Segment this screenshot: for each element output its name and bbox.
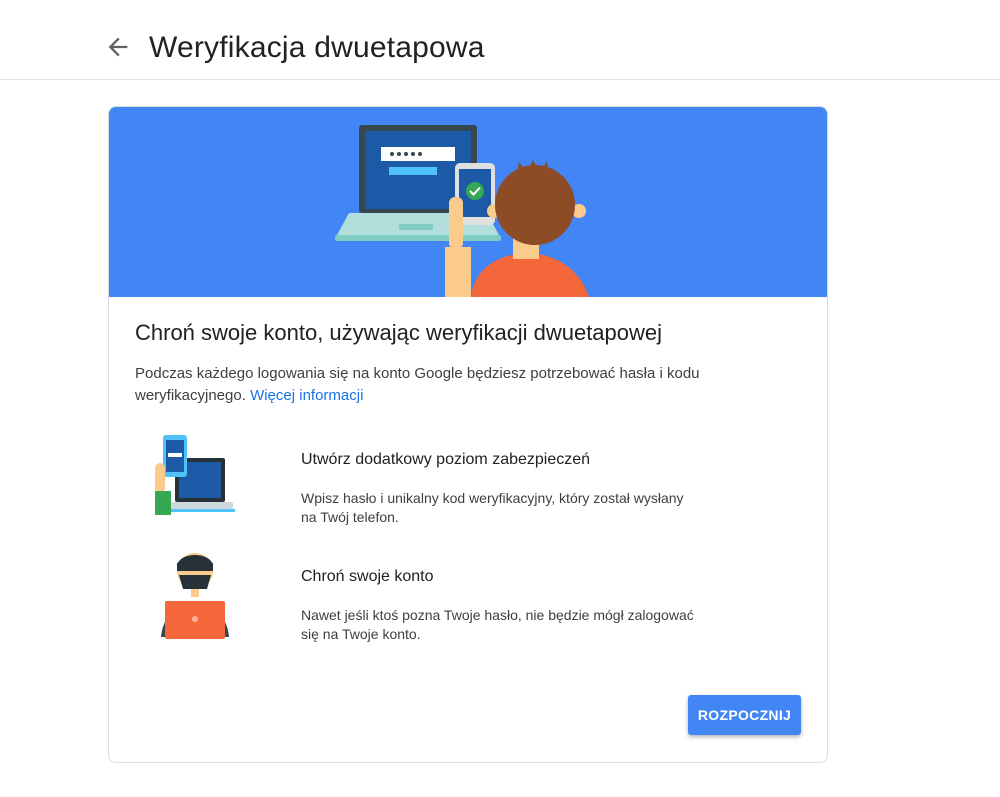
feature-2-title: Chroń swoje konto bbox=[301, 568, 434, 585]
page-title: Weryfikacja dwuetapowa bbox=[149, 31, 485, 64]
start-button[interactable]: ROZPOCZNIJ bbox=[688, 695, 801, 735]
feature-1-text: Wpisz hasło i unikalny kod weryfikacyjny… bbox=[301, 490, 684, 525]
feature-2-text: Nawet jeśli ktoś pozna Twoje hasło, nie … bbox=[301, 607, 694, 642]
feature-1-title: Utwórz dodatkowy poziom zabezpieczeń bbox=[301, 451, 591, 468]
card-description: Podczas każdego logowania się na konto G… bbox=[135, 363, 775, 407]
feature-1-illustration bbox=[145, 431, 245, 528]
two-step-card: Chroń swoje konto, używając weryfikacji … bbox=[108, 106, 828, 763]
card-title: Chroń swoje konto, używając weryfikacji … bbox=[135, 320, 663, 345]
hacker-laptop-illustration bbox=[161, 553, 229, 639]
arrow-left-icon bbox=[108, 37, 128, 57]
hero-banner bbox=[109, 107, 827, 297]
phone-laptop-code-illustration bbox=[155, 435, 235, 515]
page-header: Weryfikacja dwuetapowa bbox=[0, 0, 1000, 80]
feature-2-illustration bbox=[155, 545, 235, 646]
laptop-phone-person-illustration bbox=[335, 125, 589, 297]
description-text: Podczas każdego logowania się na konto G… bbox=[135, 365, 700, 404]
back-button[interactable] bbox=[104, 33, 132, 61]
learn-more-link[interactable]: Więcej informacji bbox=[250, 387, 363, 404]
